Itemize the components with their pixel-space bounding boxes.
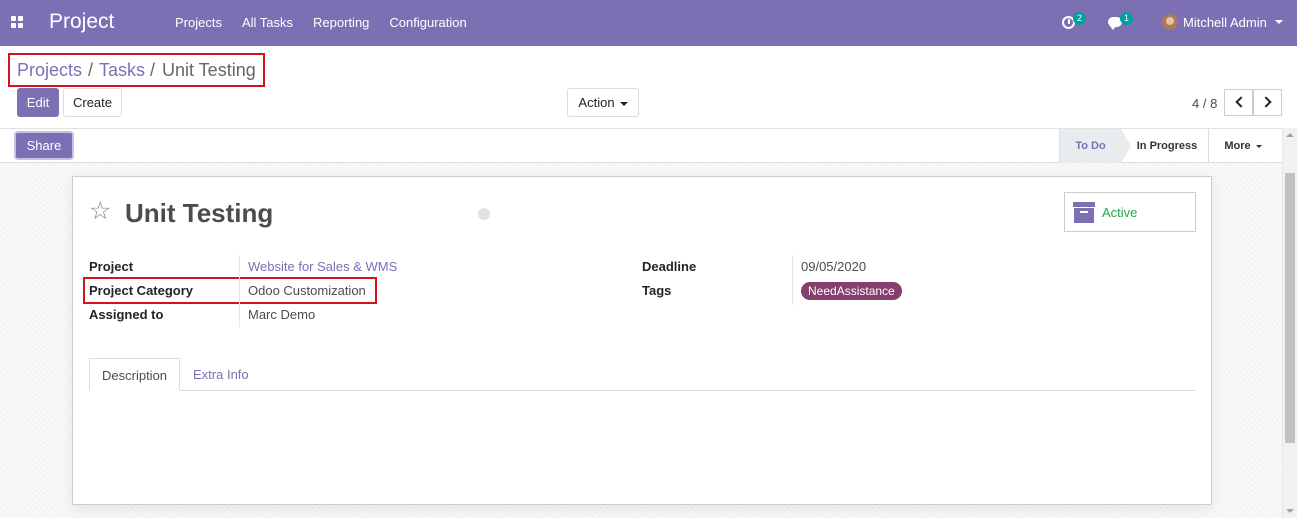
- breadcrumb: Projects / Tasks / Unit Testing: [8, 53, 265, 87]
- breadcrumb-separator: /: [88, 60, 94, 80]
- caret-down-icon: [1275, 20, 1283, 24]
- active-label: Active: [1102, 205, 1138, 220]
- action-label: Action: [578, 95, 615, 110]
- kanban-state-icon[interactable]: [478, 208, 490, 220]
- apps-menu-icon[interactable]: [11, 16, 23, 28]
- avatar: [1162, 14, 1178, 30]
- scroll-down-icon[interactable]: [1286, 509, 1294, 513]
- field-value-assigned-to[interactable]: Marc Demo: [248, 307, 315, 322]
- stage-in-progress[interactable]: In Progress: [1121, 129, 1209, 163]
- share-button[interactable]: Share: [16, 133, 72, 158]
- field-label-deadline: Deadline: [642, 259, 697, 274]
- menu-item-configuration[interactable]: Configuration: [379, 0, 476, 46]
- activity-menu[interactable]: 2: [1060, 0, 1090, 46]
- field-label-assigned-to: Assigned to: [89, 307, 164, 322]
- pager-next-button[interactable]: [1253, 89, 1282, 116]
- breadcrumb-separator: /: [150, 60, 156, 80]
- field-divider: [239, 255, 240, 327]
- tab-description[interactable]: Description: [89, 358, 180, 391]
- menu-item-all-tasks[interactable]: All Tasks: [232, 0, 303, 46]
- edit-button[interactable]: Edit: [17, 88, 59, 117]
- menu-item-reporting[interactable]: Reporting: [303, 0, 379, 46]
- active-toggle-button[interactable]: Active: [1064, 192, 1196, 232]
- task-title: Unit Testing: [125, 198, 274, 228]
- star-icon[interactable]: ☆: [89, 199, 111, 224]
- vertical-scrollbar[interactable]: [1282, 128, 1297, 518]
- archive-icon: [1073, 202, 1095, 223]
- activity-count-badge: 2: [1073, 12, 1086, 25]
- app-name: Project: [49, 10, 115, 33]
- caret-down-icon: [619, 101, 628, 106]
- field-value-project-category[interactable]: Odoo Customization: [248, 283, 366, 298]
- field-value-project[interactable]: Website for Sales & WMS: [248, 259, 397, 274]
- pager-value[interactable]: 4 / 8: [1192, 96, 1217, 111]
- form-statusbar: Share To Do In Progress More: [0, 128, 1297, 163]
- field-label-project-category: Project Category: [89, 283, 194, 298]
- notebook-tabs: Description Extra Info: [89, 358, 1196, 391]
- form-sheet: ☆ Unit Testing Active Project Website fo…: [72, 176, 1212, 505]
- stage-to-do[interactable]: To Do: [1059, 129, 1131, 163]
- scrollbar-thumb[interactable]: [1285, 173, 1295, 443]
- stage-more-label: More: [1224, 140, 1251, 152]
- field-label-project: Project: [89, 259, 134, 274]
- stage-more-dropdown[interactable]: More: [1213, 129, 1273, 163]
- chevron-right-icon: [1260, 96, 1272, 108]
- field-label-tags: Tags: [642, 283, 672, 298]
- main-menu: Projects All Tasks Reporting Configurati…: [165, 0, 477, 46]
- field-divider: [792, 255, 793, 305]
- field-value-deadline[interactable]: 09/05/2020: [801, 259, 866, 274]
- menu-item-projects[interactable]: Projects: [165, 0, 232, 46]
- tag-badge[interactable]: NeedAssistance: [801, 282, 902, 300]
- scroll-up-icon[interactable]: [1286, 133, 1294, 137]
- breadcrumb-projects[interactable]: Projects: [17, 60, 82, 81]
- create-button[interactable]: Create: [63, 88, 122, 117]
- messaging-menu[interactable]: 1: [1106, 0, 1136, 46]
- message-count-badge: 1: [1120, 12, 1133, 25]
- tab-extra-info[interactable]: Extra Info: [181, 358, 261, 391]
- chevron-left-icon: [1235, 96, 1247, 108]
- breadcrumb-current: Unit Testing: [162, 60, 256, 80]
- caret-down-icon: [1255, 144, 1262, 148]
- top-navbar: Project Projects All Tasks Reporting Con…: [0, 0, 1297, 46]
- pager-previous-button[interactable]: [1224, 89, 1253, 116]
- user-name: Mitchell Admin: [1183, 15, 1267, 30]
- action-dropdown[interactable]: Action: [567, 88, 639, 117]
- breadcrumb-tasks[interactable]: Tasks: [99, 60, 145, 81]
- user-menu[interactable]: Mitchell Admin: [1162, 0, 1292, 46]
